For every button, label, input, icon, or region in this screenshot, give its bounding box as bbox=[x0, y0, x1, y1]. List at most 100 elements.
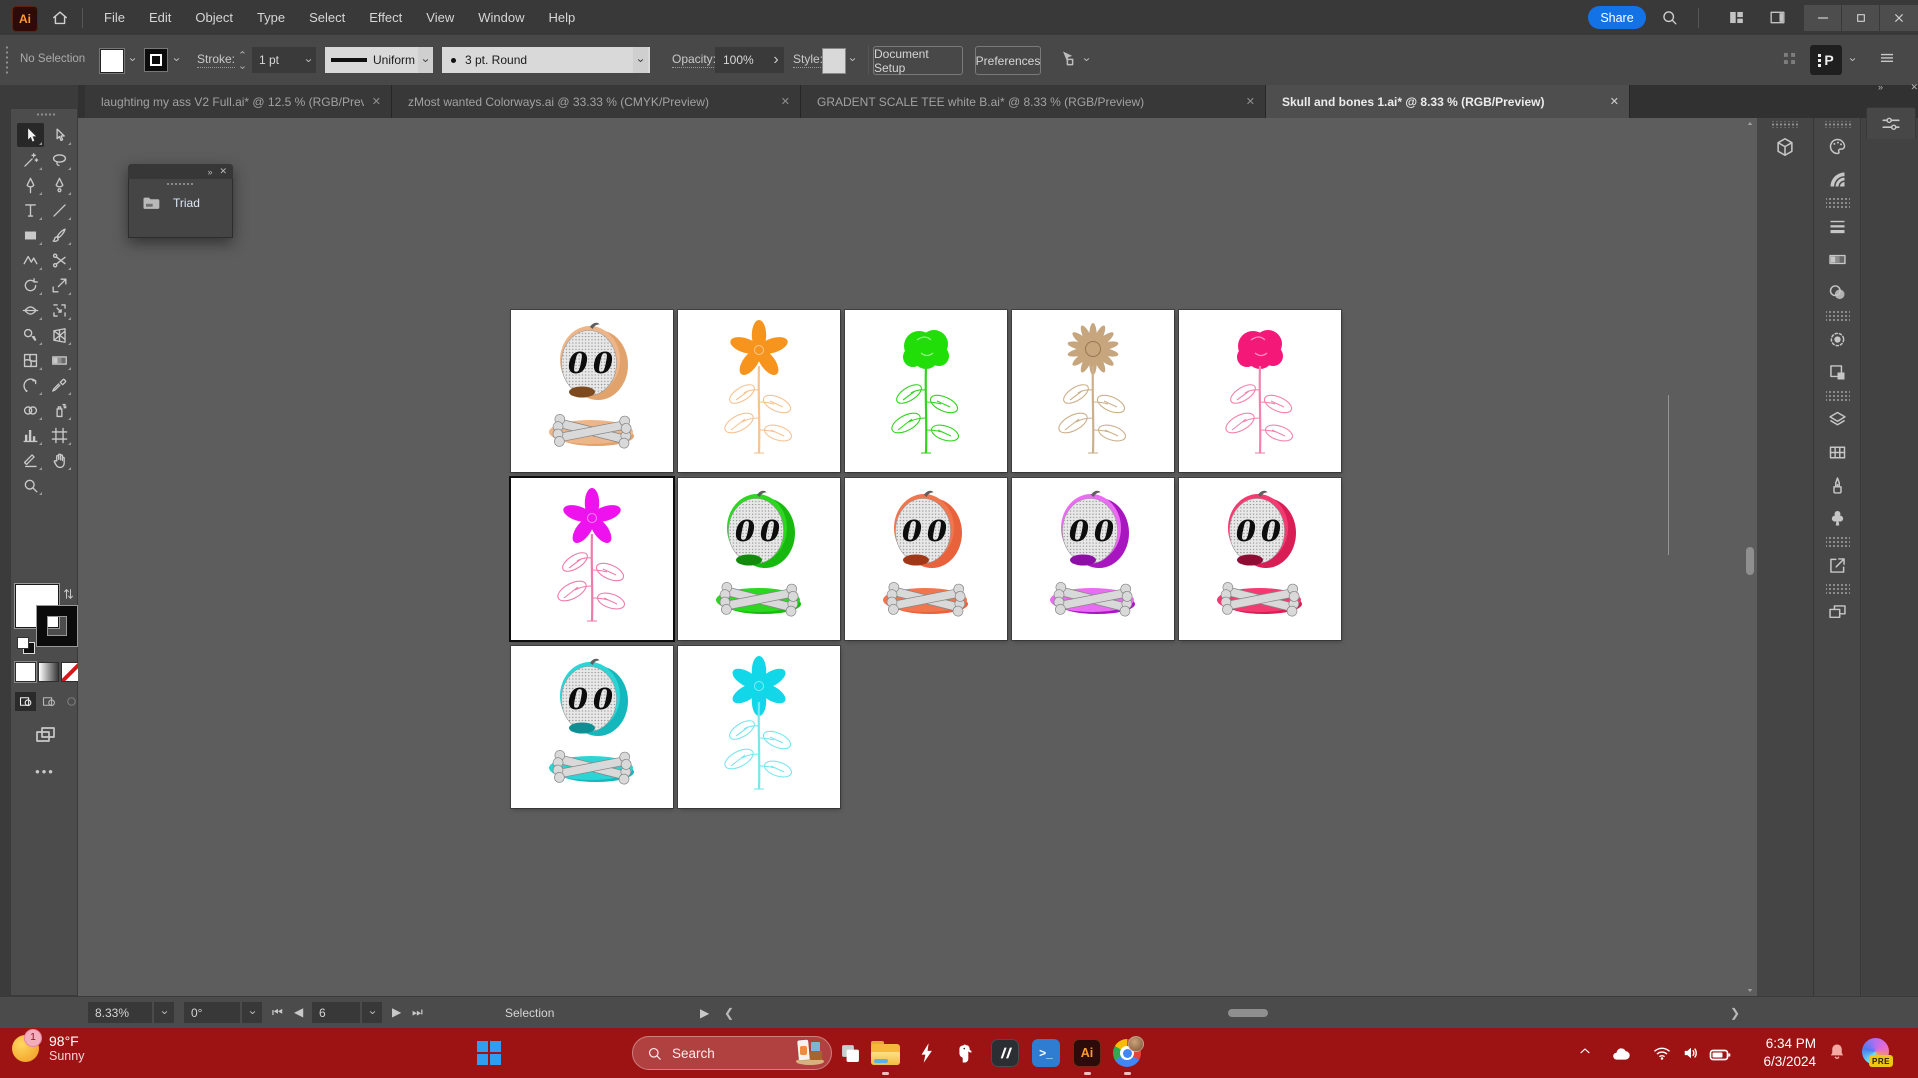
start-button[interactable] bbox=[477, 1041, 501, 1065]
maximize-button[interactable] bbox=[1842, 5, 1879, 31]
chevron-down-icon[interactable] bbox=[158, 1006, 171, 1019]
chevron-down-icon[interactable] bbox=[419, 54, 432, 67]
document-tab-active[interactable]: Skull and bones 1.ai* @ 8.33 % (RGB/Prev… bbox=[1266, 85, 1630, 118]
panel-gripper[interactable] bbox=[165, 182, 195, 186]
clock[interactable]: 6:34 PM 6/3/2024 bbox=[1742, 1035, 1816, 1071]
shaper-tool[interactable] bbox=[17, 248, 44, 272]
curvature-tool[interactable] bbox=[46, 173, 73, 197]
panel-gripper[interactable] bbox=[1826, 311, 1850, 321]
default-fill-stroke-icon[interactable] bbox=[17, 637, 35, 653]
hand-tool[interactable] bbox=[46, 448, 73, 472]
artboard-dropdown[interactable] bbox=[361, 1002, 382, 1023]
column-graph-tool[interactable] bbox=[17, 423, 44, 447]
chevron-down-icon[interactable] bbox=[634, 54, 647, 67]
stroke-weight-stepper[interactable] bbox=[236, 47, 248, 73]
widgets-taskbar-button[interactable] bbox=[835, 1038, 865, 1068]
share-button[interactable]: Share bbox=[1588, 6, 1646, 29]
magic-wand-tool[interactable] bbox=[17, 148, 44, 172]
properties-panel-icon[interactable] bbox=[1880, 113, 1902, 135]
paintbrush-tool[interactable] bbox=[46, 223, 73, 247]
touch-workspace-icon[interactable] bbox=[1780, 49, 1800, 69]
close-tab-icon[interactable]: ✕ bbox=[372, 95, 381, 108]
arrange-documents-icon[interactable] bbox=[1727, 8, 1747, 28]
free-transform-tool[interactable] bbox=[46, 298, 73, 322]
brushes-panel-icon[interactable] bbox=[1815, 469, 1860, 502]
rotate-tool[interactable] bbox=[17, 273, 44, 297]
chevron-down-icon[interactable] bbox=[126, 53, 139, 66]
width-tool[interactable] bbox=[17, 298, 44, 322]
copilot-icon[interactable]: PRE bbox=[1862, 1038, 1889, 1065]
menu-file[interactable]: File bbox=[92, 10, 137, 25]
swap-fill-stroke-icon[interactable]: ⇄ bbox=[60, 589, 76, 600]
brush-dropdown[interactable] bbox=[633, 47, 648, 73]
chevron-down-icon[interactable] bbox=[1080, 53, 1093, 66]
symbol-sprayer-tool[interactable] bbox=[46, 398, 73, 422]
wifi-icon[interactable] bbox=[1652, 1043, 1672, 1063]
line-segment-tool[interactable] bbox=[46, 198, 73, 222]
artboard-4-flower[interactable] bbox=[1012, 310, 1174, 472]
gradient-tool[interactable] bbox=[46, 348, 73, 372]
perspective-grid-tool[interactable] bbox=[46, 323, 73, 347]
notification-bell-icon[interactable] bbox=[1826, 1041, 1848, 1063]
lightning-app-icon[interactable] bbox=[914, 1040, 940, 1066]
volume-icon[interactable] bbox=[1681, 1043, 1701, 1063]
chevron-down-icon[interactable] bbox=[1080, 53, 1093, 66]
panel-gripper[interactable] bbox=[1772, 121, 1798, 128]
chevron-down-icon[interactable] bbox=[126, 53, 139, 66]
fill-color-swatch[interactable] bbox=[100, 49, 124, 73]
chevron-down-icon[interactable] bbox=[846, 53, 859, 66]
eyedropper-tool[interactable] bbox=[46, 373, 73, 397]
taskbar-search[interactable]: Search bbox=[632, 1036, 832, 1070]
direct-selection-tool[interactable] bbox=[46, 123, 73, 147]
close-icon[interactable]: ✕ bbox=[1910, 82, 1918, 93]
swatches-panel-icon[interactable] bbox=[1815, 436, 1860, 469]
last-artboard-icon[interactable]: ⏭ bbox=[412, 1005, 423, 1020]
color-mode-button[interactable] bbox=[15, 662, 36, 682]
stroke-label[interactable]: Stroke: bbox=[197, 52, 235, 68]
edit-toolbar-icon[interactable]: ••• bbox=[11, 764, 79, 779]
rotate-view-tool[interactable] bbox=[17, 373, 44, 397]
artboard-11-skull[interactable]: 0 0 bbox=[511, 646, 673, 808]
panel-gripper[interactable] bbox=[1826, 537, 1850, 547]
panel-menu-icon[interactable] bbox=[1878, 49, 1898, 69]
opacity-label[interactable]: Opacity: bbox=[672, 52, 716, 68]
artboard-1-skull[interactable]: 0 0 bbox=[511, 310, 673, 472]
stroke-weight-field[interactable]: 1 pt bbox=[252, 47, 307, 73]
scrollbar-thumb[interactable] bbox=[1746, 547, 1754, 575]
document-layout-icon[interactable] bbox=[1768, 8, 1788, 28]
status-menu-icon[interactable]: ▶ bbox=[700, 1006, 709, 1020]
widgets-icon[interactable] bbox=[837, 1040, 864, 1067]
graphic-style-swatch[interactable] bbox=[822, 48, 846, 74]
previous-artboard-icon[interactable]: ◀ bbox=[294, 1005, 303, 1019]
powershell-taskbar-button[interactable]: >_ bbox=[1031, 1038, 1061, 1068]
next-artboard-icon[interactable]: ▶ bbox=[392, 1005, 401, 1019]
file-explorer-taskbar-button[interactable] bbox=[870, 1038, 900, 1068]
onedrive-icon[interactable] bbox=[1610, 1044, 1632, 1066]
layers-panel-icon[interactable] bbox=[1815, 403, 1860, 436]
opacity-field[interactable]: 100% bbox=[715, 47, 775, 73]
scroll-down-icon[interactable] bbox=[1746, 986, 1754, 994]
artboard-2-flower[interactable] bbox=[678, 310, 840, 472]
menu-window[interactable]: Window bbox=[466, 10, 536, 25]
menu-view[interactable]: View bbox=[414, 10, 466, 25]
artboard-12-flower[interactable] bbox=[678, 646, 840, 808]
artboard-8-skull[interactable]: 0 0 bbox=[845, 478, 1007, 640]
gradient-mode-button[interactable] bbox=[38, 662, 59, 682]
artboards-panel-icon[interactable] bbox=[1815, 596, 1860, 629]
close-tab-icon[interactable]: ✕ bbox=[1246, 95, 1255, 108]
scroll-up-icon[interactable] bbox=[1746, 120, 1754, 128]
shape-builder-tool[interactable] bbox=[17, 323, 44, 347]
stroke-weight-dropdown[interactable] bbox=[301, 47, 316, 73]
expand-panel-icon[interactable]: » bbox=[1878, 82, 1883, 92]
triad-floating-panel[interactable]: »✕ Triad bbox=[128, 164, 233, 238]
document-tab[interactable]: zMost wanted Colorways.ai @ 33.33 % (CMY… bbox=[392, 85, 801, 118]
dev-app-taskbar-button[interactable] bbox=[990, 1038, 1020, 1068]
first-artboard-icon[interactable]: ⏮ bbox=[272, 1005, 283, 1020]
chevron-down-icon[interactable] bbox=[846, 53, 859, 66]
llama-app-icon[interactable] bbox=[952, 1040, 979, 1067]
panel-mini-header[interactable]: »✕ bbox=[1876, 80, 1918, 94]
color-guide-panel-icon[interactable] bbox=[1815, 163, 1860, 196]
workspace-switcher-button[interactable]: P bbox=[1810, 45, 1842, 75]
scroll-right-icon[interactable]: ❯ bbox=[1730, 1006, 1740, 1020]
chevron-down-icon[interactable] bbox=[170, 53, 183, 66]
